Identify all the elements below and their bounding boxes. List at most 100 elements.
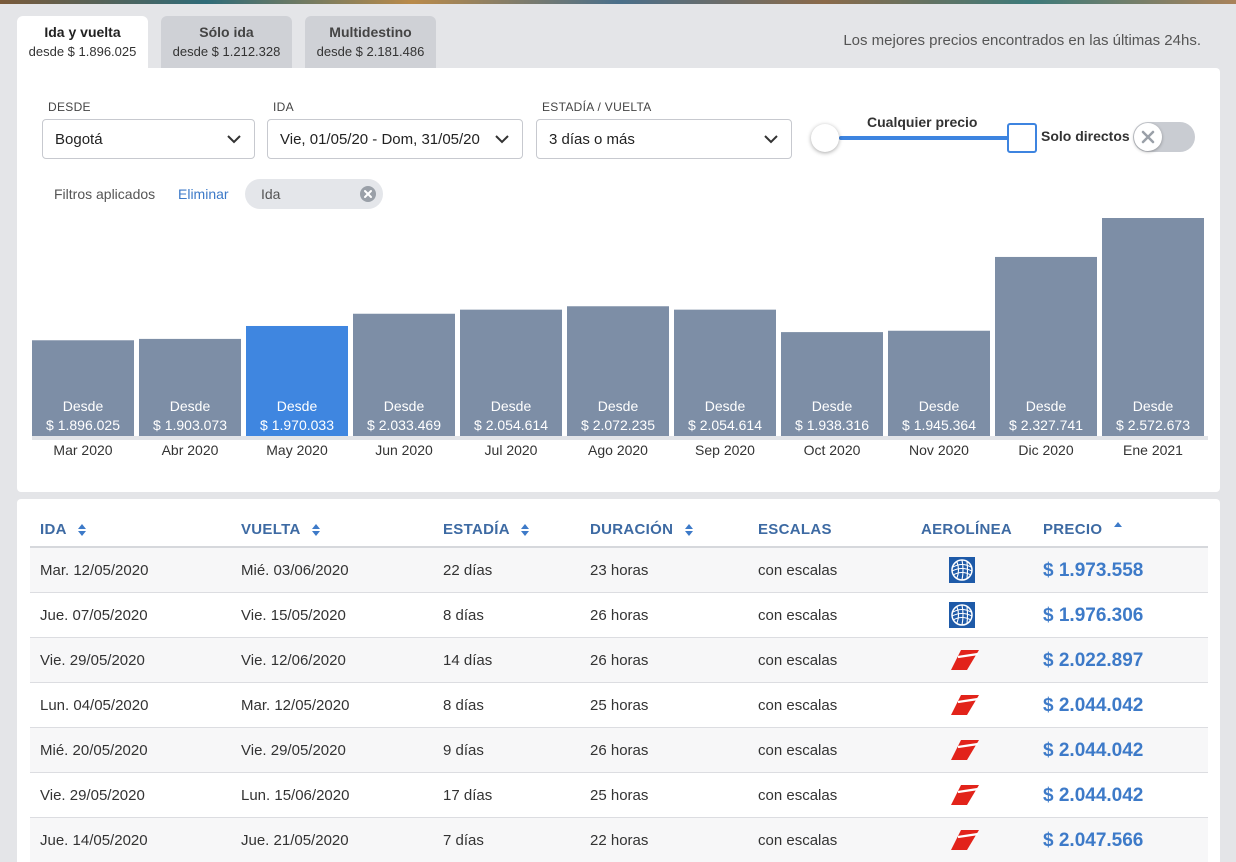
cell-escalas: con escalas — [758, 652, 838, 669]
header-vuelta[interactable]: VUELTA — [241, 521, 321, 538]
direct-only-toggle[interactable] — [1133, 122, 1195, 152]
table-row[interactable]: Vie. 29/05/2020 Vie. 12/06/2020 14 días 26 … — [30, 638, 1208, 683]
bar-prefix-label: Desde — [277, 398, 318, 414]
united-globe-icon — [949, 602, 975, 628]
price-slider-track[interactable] — [839, 136, 1017, 140]
table-row[interactable]: Jue. 07/05/2020 Vie. 15/05/2020 8 días 26 h… — [30, 593, 1208, 638]
cell-estadia: 7 días — [443, 832, 484, 849]
origin-select[interactable]: Bogotá — [42, 119, 255, 159]
table-row[interactable]: Jue. 14/05/2020 Jue. 21/05/2020 7 días 22 h… — [30, 818, 1208, 862]
bar-prefix-label: Desde — [491, 398, 532, 414]
red-stripe-logo-icon — [949, 737, 981, 763]
header-escalas: ESCALAS — [758, 521, 832, 538]
cell-ida: Vie. 29/05/2020 — [40, 652, 145, 669]
cell-duracion: 23 horas — [590, 562, 649, 579]
bar-value-label: $ 2.054.614 — [688, 417, 762, 433]
bar-prefix-label: Desde — [812, 398, 853, 414]
cell-precio[interactable]: $ 1.976.306 — [1043, 605, 1143, 627]
cell-vuelta: Jue. 21/05/2020 — [241, 832, 349, 849]
header-ida[interactable]: IDA — [40, 521, 87, 538]
remove-filter-icon[interactable] — [360, 186, 376, 202]
price-slider-max-handle[interactable] — [1007, 123, 1037, 153]
cell-duracion: 25 horas — [590, 697, 649, 714]
cell-precio[interactable]: $ 2.047.566 — [1043, 830, 1143, 852]
cell-duracion: 26 horas — [590, 607, 649, 624]
united-globe-icon — [949, 557, 975, 583]
bar-prefix-label: Desde — [705, 398, 746, 414]
red-stripe-logo-icon — [949, 647, 981, 673]
cell-vuelta: Vie. 29/05/2020 — [241, 742, 346, 759]
month-tick-label[interactable]: Ago 2020 — [588, 442, 648, 458]
month-tick-label[interactable]: Dic 2020 — [1018, 442, 1073, 458]
table-row[interactable]: Lun. 04/05/2020 Mar. 12/05/2020 8 días 25 h… — [30, 683, 1208, 728]
month-tick-label[interactable]: May 2020 — [266, 442, 328, 458]
cell-estadia: 14 días — [443, 652, 493, 669]
cell-ida: Mié. 20/05/2020 — [40, 742, 148, 759]
header-duracion-label: DURACIÓN — [590, 521, 674, 538]
stay-length-value: 3 días o más — [549, 131, 635, 148]
tab-price: desde $ 1.212.328 — [172, 44, 281, 59]
clear-filters-link[interactable]: Eliminar — [178, 186, 229, 202]
red-stripe-logo-icon — [949, 692, 981, 718]
table-row[interactable]: Vie. 29/05/2020 Lun. 15/06/2020 17 días 25 … — [30, 773, 1208, 818]
cell-precio[interactable]: $ 2.044.042 — [1043, 785, 1143, 807]
cell-precio[interactable]: $ 2.044.042 — [1043, 695, 1143, 717]
table-row[interactable]: Mar. 12/05/2020 Mié. 03/06/2020 22 días 23 … — [30, 548, 1208, 593]
stay-length-select[interactable]: 3 días o más — [536, 119, 792, 159]
month-tick-label[interactable]: Sep 2020 — [695, 442, 755, 458]
cell-escalas: con escalas — [758, 562, 838, 579]
tab-multidestino[interactable]: Multidestino desde $ 2.181.486 — [305, 16, 436, 68]
sort-icon — [684, 524, 693, 537]
table-body: Mar. 12/05/2020 Mié. 03/06/2020 22 días 23 … — [30, 548, 1208, 862]
cell-escalas: con escalas — [758, 607, 838, 624]
departure-date-value: Vie, 01/05/20 - Dom, 31/05/20 — [280, 131, 480, 148]
header-aerolinea-label: AEROLÍNEA — [921, 521, 1013, 538]
cell-ida: Jue. 07/05/2020 — [40, 607, 148, 624]
tab-solo-ida[interactable]: Sólo ida desde $ 1.212.328 — [161, 16, 292, 68]
chart-baseline — [32, 436, 1208, 440]
best-prices-note: Los mejores precios encontrados en las ú… — [843, 32, 1201, 49]
month-tick-label[interactable]: Jun 2020 — [375, 442, 433, 458]
bar-value-label: $ 2.054.614 — [474, 417, 548, 433]
bar-value-label: $ 2.072.235 — [581, 417, 655, 433]
cell-precio[interactable]: $ 2.022.897 — [1043, 650, 1143, 672]
cell-escalas: con escalas — [758, 742, 838, 759]
desde-label: DESDE — [48, 100, 91, 114]
table-header: IDA VUELTA ESTADÍA DURACIÓN ESCALAS AERO… — [30, 511, 1208, 548]
month-tick-label[interactable]: Abr 2020 — [162, 442, 219, 458]
header-precio[interactable]: PRECIO — [1043, 521, 1123, 538]
cell-estadia: 17 días — [443, 787, 493, 804]
cell-ida: Mar. 12/05/2020 — [40, 562, 149, 579]
chevron-down-icon — [495, 135, 509, 144]
header-estadia[interactable]: ESTADÍA — [443, 521, 530, 538]
bar-value-label: $ 1.970.033 — [260, 417, 334, 433]
header-precio-label: PRECIO — [1043, 521, 1103, 538]
cell-precio[interactable]: $ 1.973.558 — [1043, 560, 1143, 582]
bar-prefix-label: Desde — [170, 398, 211, 414]
close-icon — [1141, 130, 1155, 144]
month-tick-label[interactable]: Nov 2020 — [909, 442, 969, 458]
header-image-strip — [0, 0, 1236, 4]
cell-precio[interactable]: $ 2.044.042 — [1043, 740, 1143, 762]
bar-value-label: $ 1.896.025 — [46, 417, 120, 433]
month-tick-label[interactable]: Jul 2020 — [485, 442, 538, 458]
tab-ida-y-vuelta[interactable]: Ida y vuelta desde $ 1.896.025 — [17, 16, 148, 68]
price-slider-min-handle[interactable] — [811, 124, 839, 152]
departure-date-select[interactable]: Vie, 01/05/20 - Dom, 31/05/20 — [267, 119, 523, 159]
tab-price: desde $ 2.181.486 — [316, 44, 425, 59]
month-tick-label[interactable]: Ene 2021 — [1123, 442, 1183, 458]
filter-chip-ida: Ida — [245, 179, 383, 209]
header-duracion[interactable]: DURACIÓN — [590, 521, 694, 538]
red-stripe-logo-icon — [949, 827, 981, 853]
cell-duracion: 26 horas — [590, 742, 649, 759]
month-tick-label[interactable]: Oct 2020 — [804, 442, 861, 458]
month-tick-label[interactable]: Mar 2020 — [53, 442, 112, 458]
bar-prefix-label: Desde — [919, 398, 960, 414]
header-vuelta-label: VUELTA — [241, 521, 301, 538]
sort-icon — [77, 524, 86, 537]
cell-escalas: con escalas — [758, 832, 838, 849]
tab-title: Sólo ida — [199, 24, 254, 40]
bar-value-label: $ 2.327.741 — [1009, 417, 1083, 433]
table-row[interactable]: Mié. 20/05/2020 Vie. 29/05/2020 9 días 26 h… — [30, 728, 1208, 773]
bar-prefix-label: Desde — [1026, 398, 1067, 414]
